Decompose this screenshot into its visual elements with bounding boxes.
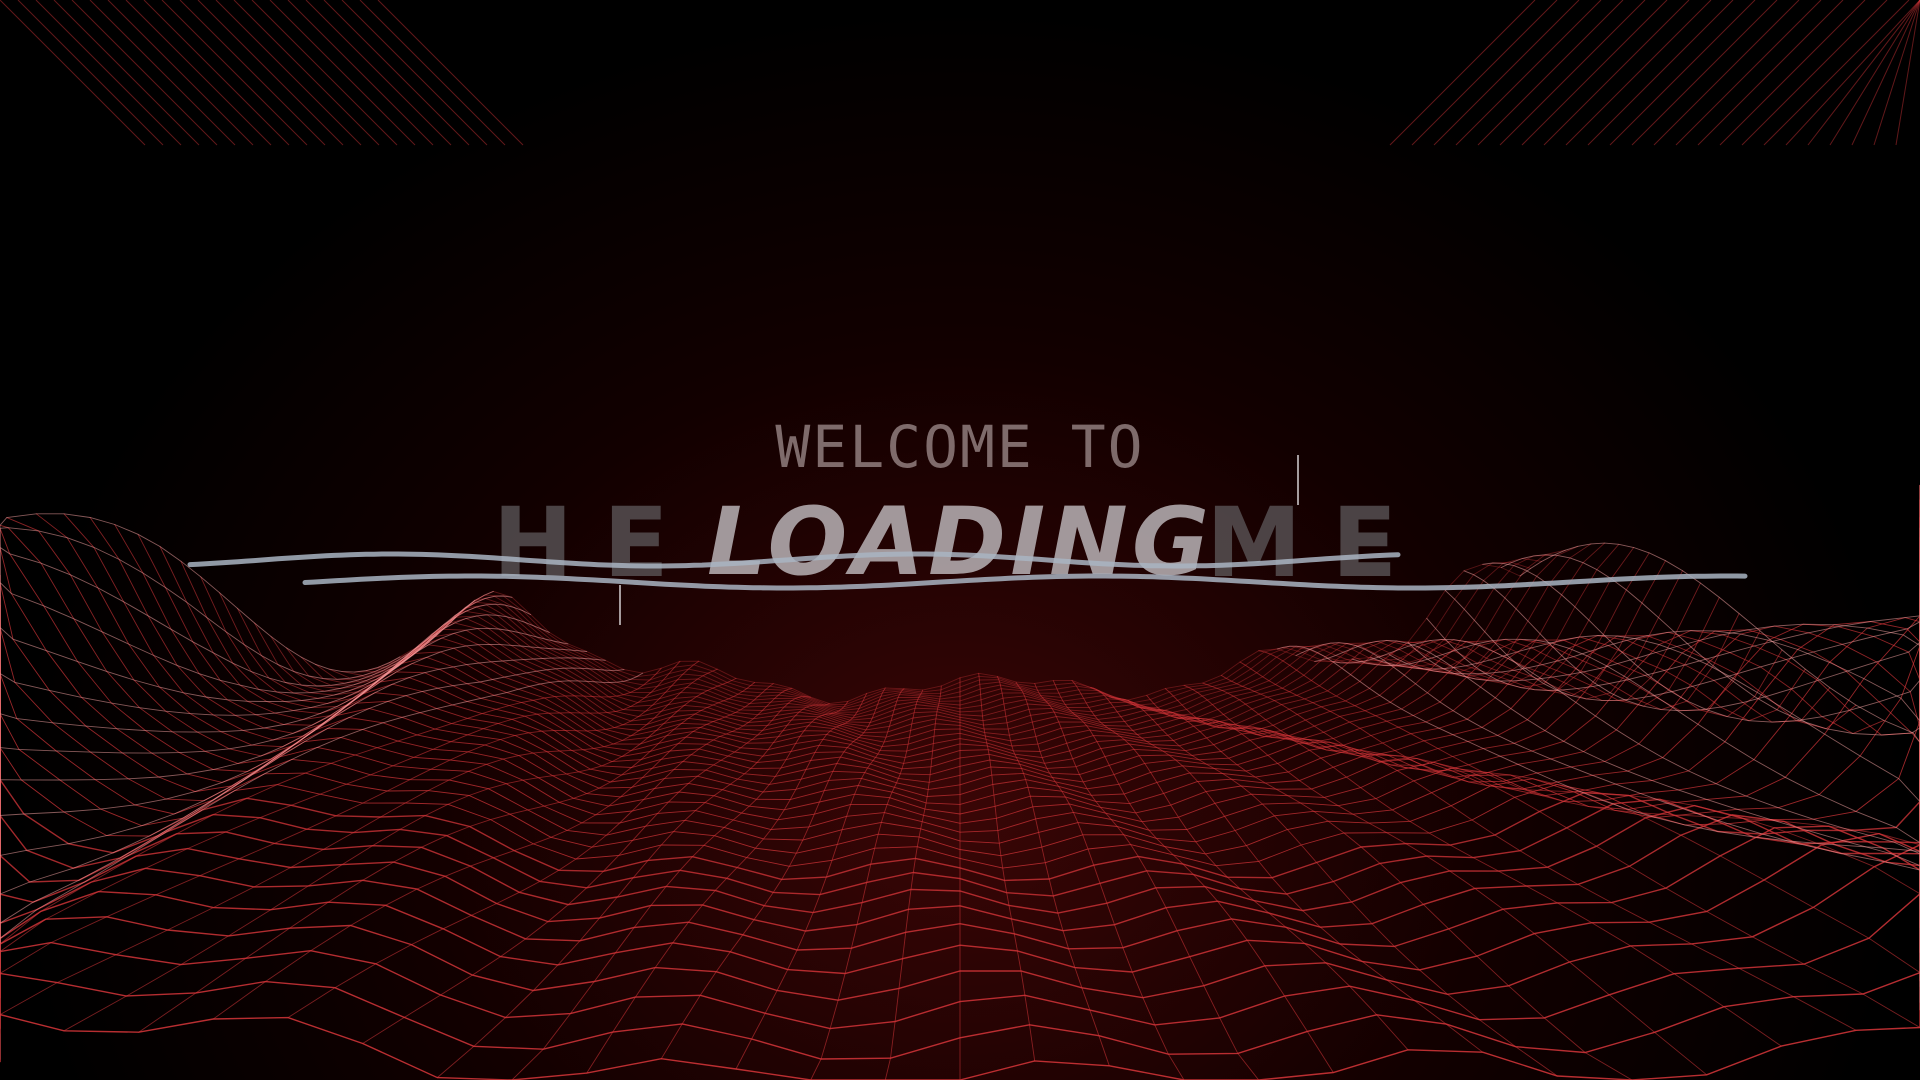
- glitch-waves: [187, 455, 1748, 625]
- loading-screen: WELCOME TO HE ME LOADING: [0, 0, 1920, 1080]
- glitch-wave-upper: [187, 551, 1401, 569]
- glitch-wave-lower: [302, 573, 1748, 591]
